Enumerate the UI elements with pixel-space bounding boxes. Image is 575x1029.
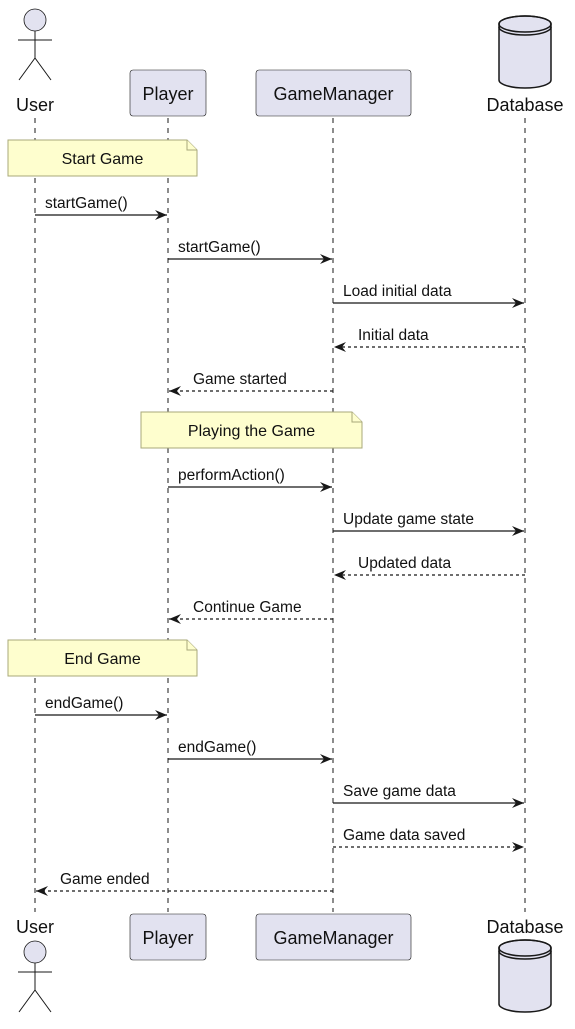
participant-gm-bottom[interactable]: GameManager: [255, 913, 412, 961]
actor-icon: [18, 8, 52, 81]
participant-user-bottom[interactable]: User: [16, 917, 54, 1013]
participant-label: Player: [142, 928, 193, 948]
participant-label: Database: [486, 917, 563, 937]
participant-label: GameManager: [273, 84, 393, 104]
message-arrow: endGame(): [168, 739, 332, 764]
message-label: Update game state: [343, 511, 474, 528]
message-arrow: Initial data: [334, 327, 525, 352]
message-label: endGame(): [178, 739, 256, 756]
message-label: Continue Game: [193, 599, 302, 616]
message-arrow: Save game data: [333, 783, 524, 808]
message-arrow: performAction(): [168, 467, 332, 492]
message-label: startGame(): [178, 239, 261, 256]
participant-gm-top[interactable]: GameManager: [255, 69, 412, 117]
participant-label: Database: [486, 95, 563, 115]
participant-label: User: [16, 917, 54, 937]
message-label: endGame(): [45, 695, 123, 712]
note-text: End Game: [64, 651, 141, 668]
note: Start Game: [7, 139, 198, 177]
participant-user-top[interactable]: User: [16, 8, 54, 115]
message-label: Initial data: [358, 327, 429, 344]
note: End Game: [7, 639, 198, 677]
database-icon: [498, 939, 552, 1013]
message-arrow: Game started: [169, 371, 333, 396]
sequence-diagram: User User Player Player GameManager GameManag…: [7, 8, 564, 1013]
database-icon: [498, 15, 552, 89]
message-label: Updated data: [358, 555, 451, 572]
participant-player-bottom[interactable]: Player: [129, 913, 207, 961]
participant-label: User: [16, 95, 54, 115]
actor-icon: [18, 940, 52, 1013]
note: Playing the Game: [140, 411, 363, 449]
note-text: Start Game: [62, 151, 144, 168]
message-label: Game started: [193, 371, 287, 388]
message-arrow: Update game state: [333, 511, 524, 536]
message-arrow: endGame(): [35, 695, 167, 720]
participant-player-top[interactable]: Player: [129, 69, 207, 117]
message-label: Game ended: [60, 871, 150, 888]
message-label: Load initial data: [343, 283, 452, 300]
message-label: performAction(): [178, 467, 285, 484]
participant-db-top[interactable]: Database: [486, 15, 564, 115]
note-text: Playing the Game: [188, 423, 315, 440]
message-label: Save game data: [343, 783, 456, 800]
message-arrow: startGame(): [168, 239, 332, 264]
message-arrow: startGame(): [35, 195, 167, 220]
message-arrow: Updated data: [334, 555, 525, 580]
message-arrow: Game ended: [36, 871, 333, 896]
message-label: startGame(): [45, 195, 128, 212]
message-arrow: Load initial data: [333, 283, 524, 308]
message-arrow: Game data saved: [333, 827, 524, 852]
participant-db-bottom[interactable]: Database: [486, 917, 564, 1013]
message-label: Game data saved: [343, 827, 465, 844]
participant-label: GameManager: [273, 928, 393, 948]
participant-label: Player: [142, 84, 193, 104]
message-arrow: Continue Game: [169, 599, 333, 624]
